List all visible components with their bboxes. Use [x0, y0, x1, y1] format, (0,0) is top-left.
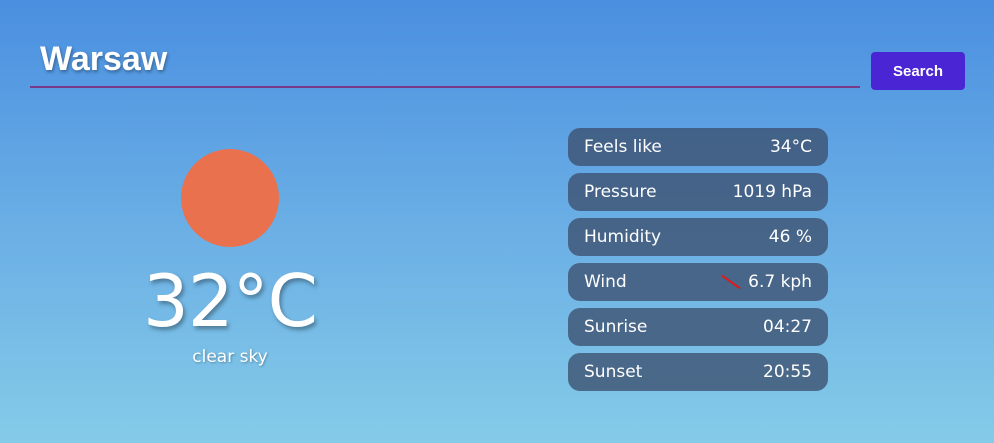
detail-label: Wind — [584, 272, 627, 292]
city-search-input[interactable] — [30, 32, 860, 88]
detail-sunrise: Sunrise 04:27 — [568, 308, 828, 346]
detail-value: 20:55 — [763, 362, 812, 382]
detail-label: Pressure — [584, 182, 657, 202]
detail-value: 34°C — [769, 137, 812, 157]
current-temperature: 32°C — [143, 259, 318, 343]
wind-direction-arrow-icon — [721, 274, 741, 290]
detail-pressure: Pressure 1019 hPa — [568, 173, 828, 211]
detail-sunset: Sunset 20:55 — [568, 353, 828, 391]
detail-label: Feels like — [584, 137, 662, 157]
detail-value: 1019 hPa — [732, 182, 812, 202]
detail-label: Sunset — [584, 362, 643, 382]
detail-label: Humidity — [584, 227, 662, 247]
detail-value-wrapper: 6.7 kph — [720, 272, 812, 292]
detail-humidity: Humidity 46 % — [568, 218, 828, 256]
search-button[interactable]: Search — [871, 52, 965, 90]
detail-value: 04:27 — [763, 317, 812, 337]
detail-value: 46 % — [768, 227, 812, 247]
detail-value: 6.7 kph — [748, 272, 812, 292]
detail-label: Sunrise — [584, 317, 648, 337]
detail-feels-like: Feels like 34°C — [568, 128, 828, 166]
sun-icon — [181, 149, 279, 247]
weather-description: clear sky — [192, 347, 268, 367]
detail-wind: Wind 6.7 kph — [568, 263, 828, 301]
weather-details-panel: Feels like 34°C Pressure 1019 hPa Humidi… — [568, 128, 828, 398]
